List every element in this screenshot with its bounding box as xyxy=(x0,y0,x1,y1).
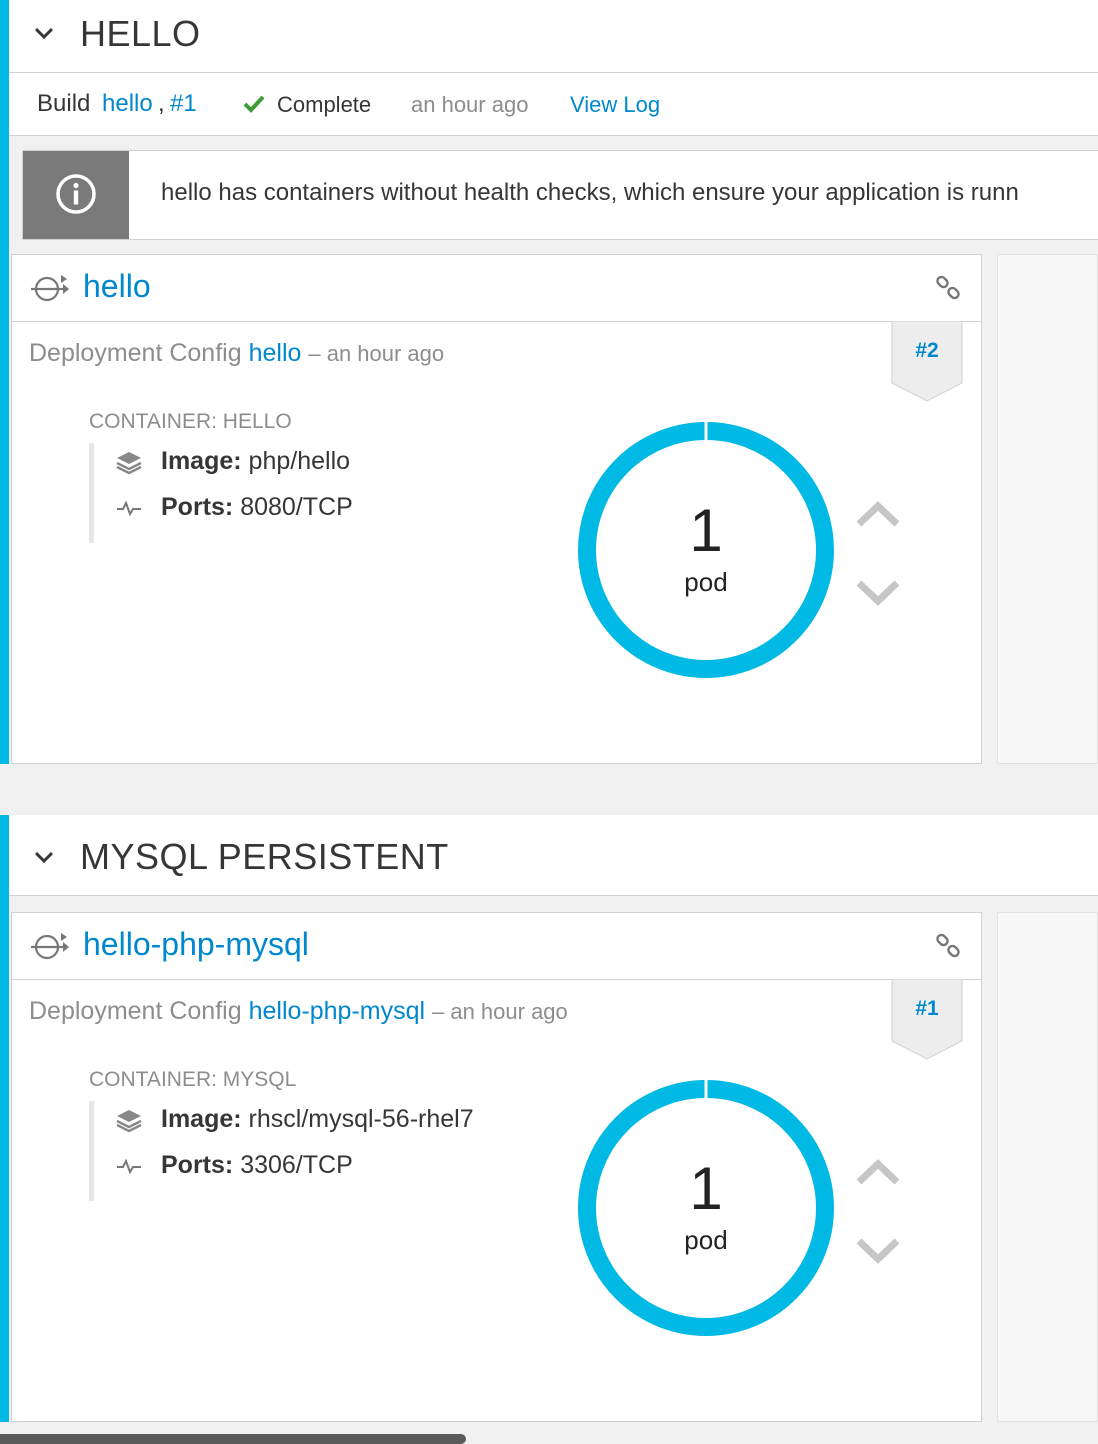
side-panel xyxy=(997,912,1098,1422)
side-panel xyxy=(997,254,1098,764)
dc-name-link[interactable]: hello xyxy=(249,339,302,367)
pod-unit: pod xyxy=(684,1225,728,1255)
mysql-section: MYSQL PERSISTENT hello-php-mysql Deploym… xyxy=(0,815,1098,1422)
scale-down-icon[interactable] xyxy=(855,1235,901,1265)
image-value: rhscl/mysql-56-rhel7 xyxy=(248,1105,474,1133)
image-key: Image: xyxy=(161,447,242,475)
deployment-card: hello-php-mysql Deployment Config hello-… xyxy=(11,912,982,1422)
dc-time: – an hour ago xyxy=(432,999,568,1024)
pod-donut: 1 pod xyxy=(577,421,835,679)
build-name-link[interactable]: hello xyxy=(102,90,153,118)
image-key: Image: xyxy=(161,1105,242,1133)
pod-count: 1 xyxy=(689,497,723,564)
scale-down-icon[interactable] xyxy=(855,577,901,607)
section-header[interactable]: HELLO xyxy=(9,0,1098,73)
deployment-config-line: Deployment Config hello – an hour ago xyxy=(29,339,444,368)
pod-donut: 1 pod xyxy=(577,1079,835,1337)
link-icon[interactable] xyxy=(935,933,961,959)
hello-section: HELLO Build hello , #1 Complete an hour … xyxy=(0,0,1098,764)
badge-number[interactable]: #1 xyxy=(891,997,963,1021)
dc-time: – an hour ago xyxy=(308,341,445,366)
deployment-number-badge[interactable]: #1 xyxy=(891,979,963,1061)
scale-up-icon[interactable] xyxy=(855,1158,901,1188)
badge-number[interactable]: #2 xyxy=(891,339,963,363)
dc-label: Deployment Config xyxy=(29,997,242,1025)
ports-value: 3306/TCP xyxy=(240,1151,353,1179)
layers-icon xyxy=(116,452,142,475)
deployment-config-line: Deployment Config hello-php-mysql – an h… xyxy=(29,997,568,1026)
layers-icon xyxy=(116,1110,142,1133)
pulse-icon xyxy=(117,1158,141,1175)
build-separator: , xyxy=(158,90,165,117)
section-title: HELLO xyxy=(80,13,201,54)
chevron-down-icon[interactable] xyxy=(33,846,55,868)
build-number-link[interactable]: #1 xyxy=(170,90,197,118)
container-label: CONTAINER: HELLO xyxy=(89,410,292,433)
deployment-name-link[interactable]: hello xyxy=(83,268,151,305)
section-title: MYSQL PERSISTENT xyxy=(80,836,449,877)
dc-name-link[interactable]: hello-php-mysql xyxy=(249,997,425,1025)
view-log-link[interactable]: View Log xyxy=(570,92,660,118)
container-label: CONTAINER: MYSQL xyxy=(89,1068,297,1091)
card-header: hello-php-mysql xyxy=(12,913,981,980)
image-value: php/hello xyxy=(248,447,351,475)
pulse-icon xyxy=(117,500,141,517)
dc-label: Deployment Config xyxy=(29,339,242,367)
info-icon xyxy=(56,174,96,214)
scale-up-icon[interactable] xyxy=(855,500,901,530)
ports-row-text: Ports: 3306/TCP xyxy=(161,1151,353,1180)
build-prefix: Build xyxy=(37,90,91,117)
deployment-number-badge[interactable]: #2 xyxy=(891,321,963,403)
alert-message: hello has containers without health chec… xyxy=(161,179,1019,206)
build-status: Complete xyxy=(277,92,372,117)
deployment-name-link[interactable]: hello-php-mysql xyxy=(83,926,309,963)
pod-count: 1 xyxy=(689,1155,723,1222)
pod-unit: pod xyxy=(684,567,728,597)
ports-value: 8080/TCP xyxy=(240,493,353,521)
chevron-down-icon[interactable] xyxy=(33,22,55,44)
ports-key: Ports: xyxy=(161,493,234,521)
deployment-config-icon xyxy=(31,275,69,302)
image-row-text: Image: rhscl/mysql-56-rhel7 xyxy=(161,1105,474,1134)
deployment-config-icon xyxy=(31,933,69,960)
container-details: Image: php/hello Ports: 8080/TCP xyxy=(89,443,534,543)
card-header: hello xyxy=(12,255,981,322)
container-details: Image: rhscl/mysql-56-rhel7 Ports: 3306/… xyxy=(89,1101,534,1201)
build-time: an hour ago xyxy=(411,92,529,117)
section-header[interactable]: MYSQL PERSISTENT xyxy=(9,815,1098,896)
image-row-text: Image: php/hello xyxy=(161,447,350,476)
ports-row-text: Ports: 8080/TCP xyxy=(161,493,353,522)
alert-icon-box xyxy=(23,151,129,239)
health-check-alert: hello has containers without health chec… xyxy=(22,150,1098,240)
horizontal-scrollbar[interactable] xyxy=(0,1434,466,1444)
deployment-card: hello Deployment Config hello – an hour … xyxy=(11,254,982,764)
section-accent-bar xyxy=(0,0,9,764)
build-row: Build hello , #1 Complete an hour ago Vi… xyxy=(9,73,1098,136)
section-accent-bar xyxy=(0,815,9,1422)
check-icon xyxy=(243,95,265,113)
ports-key: Ports: xyxy=(161,1151,234,1179)
link-icon[interactable] xyxy=(935,275,961,301)
